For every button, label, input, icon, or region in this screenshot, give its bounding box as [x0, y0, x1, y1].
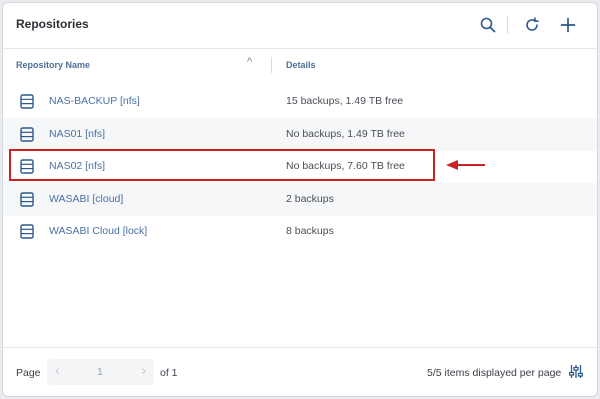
add-repository-button[interactable] — [556, 13, 580, 37]
repository-details: 8 backups — [286, 225, 334, 237]
table-row[interactable]: NAS01 [nfs] No backups, 1.49 TB free — [3, 118, 597, 151]
total-pages-label: of 1 — [160, 367, 178, 379]
page-title: Repositories — [16, 17, 89, 31]
repository-details: 15 backups, 1.49 TB free — [286, 95, 404, 107]
repository-name[interactable]: WASABI Cloud [lock] — [49, 225, 147, 237]
column-header-repository-name[interactable]: Repository Name — [16, 60, 90, 70]
table-row[interactable]: WASABI [cloud] 2 backups — [3, 183, 597, 216]
table-row[interactable]: NAS-BACKUP [nfs] 15 backups, 1.49 TB fre… — [3, 85, 597, 118]
repository-icon — [20, 127, 34, 142]
column-resize-handle[interactable] — [271, 57, 272, 73]
repository-icon — [20, 94, 34, 109]
repository-name[interactable]: WASABI [cloud] — [49, 193, 123, 205]
repository-icon — [20, 192, 34, 207]
repository-icon — [20, 224, 34, 239]
selection-highlight-box — [9, 149, 435, 181]
panel-header: Repositories — [3, 3, 597, 49]
repositories-panel: Repositories Repository Name ^ Details N… — [2, 2, 598, 397]
repository-name[interactable]: NAS01 [nfs] — [49, 128, 105, 140]
repository-details: No backups, 1.49 TB free — [286, 128, 405, 140]
next-page-button[interactable]: › — [141, 362, 146, 378]
pagination-footer: Page ‹ 1 › of 1 5/5 items displayed per … — [3, 347, 597, 396]
page-navigator: ‹ 1 › — [47, 359, 154, 385]
previous-page-button[interactable]: ‹ — [55, 362, 60, 378]
arrow-left-icon — [446, 160, 485, 170]
items-per-page-label: 5/5 items displayed per page — [427, 367, 562, 379]
repository-details: 2 backups — [286, 193, 334, 205]
refresh-icon — [526, 17, 539, 31]
current-page-input[interactable]: 1 — [97, 366, 103, 378]
table-row[interactable]: WASABI Cloud [lock] 8 backups — [3, 215, 597, 248]
table-header: Repository Name ^ Details — [3, 49, 597, 81]
header-divider — [507, 16, 508, 34]
refresh-button[interactable] — [520, 13, 544, 37]
search-icon — [480, 17, 496, 33]
repository-name[interactable]: NAS-BACKUP [nfs] — [49, 95, 140, 107]
column-header-details[interactable]: Details — [286, 60, 316, 70]
add-icon — [560, 17, 576, 33]
search-button[interactable] — [476, 13, 500, 37]
page-label: Page — [16, 367, 41, 379]
settings-sliders-icon[interactable] — [569, 364, 583, 379]
sort-ascending-icon[interactable]: ^ — [247, 56, 252, 68]
